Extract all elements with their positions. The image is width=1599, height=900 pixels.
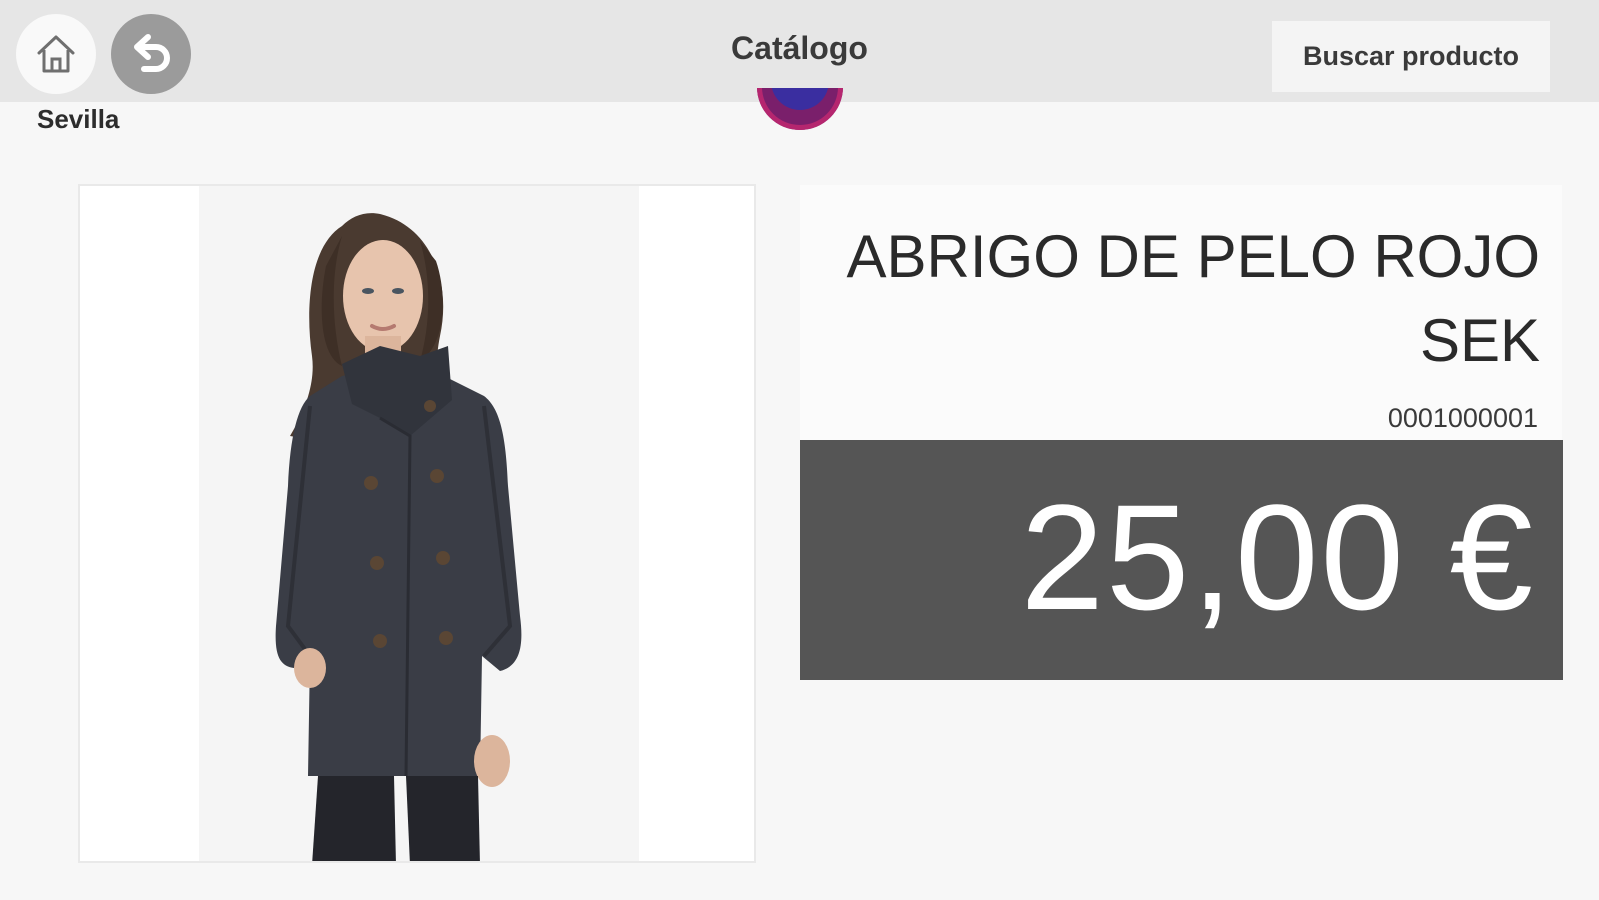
- store-logo-icon: [757, 88, 843, 130]
- product-info-card: ABRIGO DE PELO ROJO SEK 0001000001: [800, 185, 1562, 440]
- top-bar: Catálogo Buscar producto: [0, 0, 1599, 102]
- store-name: Sevilla: [37, 104, 120, 134]
- price-box: 25,00 €: [800, 440, 1563, 680]
- search-product-button[interactable]: Buscar producto: [1272, 21, 1550, 92]
- store-logo: [757, 88, 843, 134]
- product-photo-coat: [275, 213, 522, 861]
- product-image: [78, 184, 756, 863]
- product-code: 0001000001: [1387, 403, 1538, 433]
- product-price: 25,00 €: [1020, 473, 1535, 641]
- product-name: ABRIGO DE PELO ROJO SEK: [846, 223, 1541, 374]
